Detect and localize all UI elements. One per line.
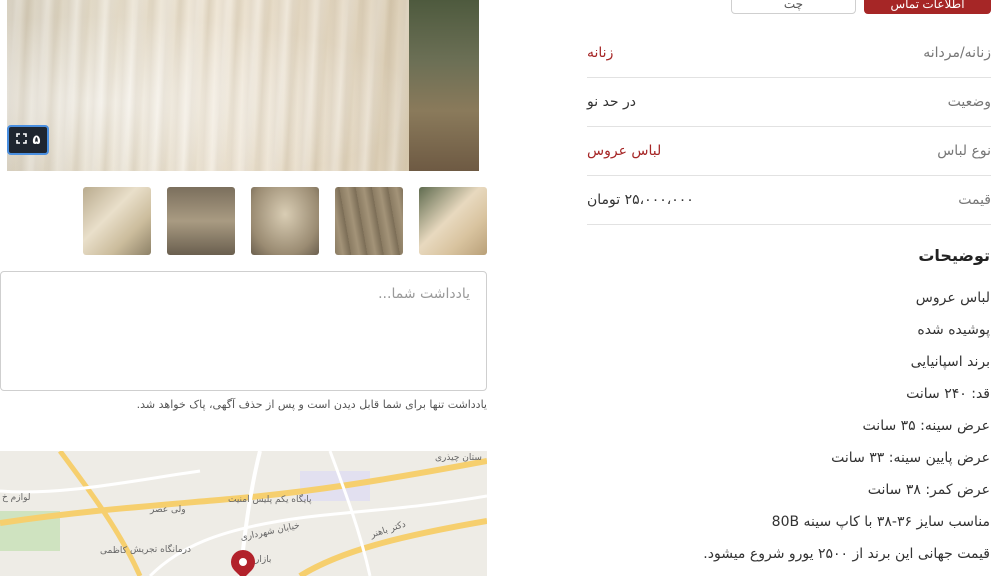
attribute-value: در حد نو	[587, 94, 637, 110]
map-label: ولی عصر	[150, 505, 186, 515]
attribute-row-gender: زنانه/مردانه زنانه	[587, 29, 991, 78]
photo-background-garden	[409, 0, 479, 171]
attribute-label: قیمت	[958, 192, 991, 208]
description-line: پوشیده شده	[917, 322, 990, 338]
description-line: عرض سینه: ۳۵ سانت	[862, 418, 990, 434]
chat-button[interactable]: چت	[731, 0, 856, 14]
map-label: پایگاه یکم پلیس امنیت	[228, 495, 312, 505]
attribute-row-condition: وضعیت در حد نو	[587, 78, 991, 127]
map-label: ستان چیذری	[435, 453, 482, 463]
attribute-value-link[interactable]: لباس عروس	[587, 143, 661, 159]
dress-photo	[7, 0, 427, 171]
description-body: لباس عروس پوشیده شده برند اسپانیایی قد: …	[703, 286, 990, 574]
gallery-thumbnail-3[interactable]	[251, 187, 319, 255]
attribute-row-type: نوع لباس لباس عروس	[587, 127, 991, 176]
map-label: درمانگاه تجریش	[130, 545, 191, 555]
personal-note-input[interactable]	[0, 271, 487, 391]
gallery-thumbnail-2[interactable]	[167, 187, 235, 255]
attribute-value: ۲۵،۰۰۰،۰۰۰ تومان	[587, 192, 694, 208]
attribute-label: نوع لباس	[937, 143, 991, 159]
description-line: لباس عروس	[915, 290, 990, 306]
description-line: برند اسپانیایی	[910, 354, 990, 370]
description-line: قد: ۲۴۰ سانت	[906, 386, 990, 402]
description-title: توضیحات	[918, 246, 990, 265]
map-label: بازار	[255, 555, 272, 565]
photo-count: ۵	[32, 132, 41, 148]
gallery-thumbnail-1[interactable]	[83, 187, 151, 255]
note-hint-text: یادداشت تنها برای شما قابل دیدن است و پس…	[136, 398, 487, 411]
photo-count-badge[interactable]: ۵	[7, 125, 49, 155]
description-line: عرض کمر: ۳۸ سانت	[867, 482, 990, 498]
attribute-row-price: قیمت ۲۵،۰۰۰،۰۰۰ تومان	[587, 176, 991, 225]
main-gallery-image[interactable]	[7, 0, 479, 171]
attribute-label: وضعیت	[947, 94, 991, 110]
attribute-label: زنانه/مردانه	[923, 45, 991, 61]
map-label: کاظمی	[100, 546, 127, 556]
gallery-thumbnail-5[interactable]	[419, 187, 487, 255]
description-line: قیمت جهانی این برند از ۲۵۰۰ یورو شروع می…	[703, 546, 990, 562]
contact-info-button[interactable]: اطلاعات تماس	[864, 0, 991, 14]
description-line: عرض پایین سینه: ۳۳ سانت	[831, 450, 990, 466]
attribute-value-link[interactable]: زنانه	[587, 45, 613, 61]
expand-icon	[15, 132, 27, 148]
location-map[interactable]: ستان چیذری لوازم خ پایگاه یکم پلیس امنیت…	[0, 451, 487, 576]
gallery-thumbnail-4[interactable]	[335, 187, 403, 255]
map-label: لوازم خ	[2, 493, 31, 503]
description-line: مناسب سایز ۳۶-۳۸ با کاپ سینه 80B	[771, 514, 990, 530]
